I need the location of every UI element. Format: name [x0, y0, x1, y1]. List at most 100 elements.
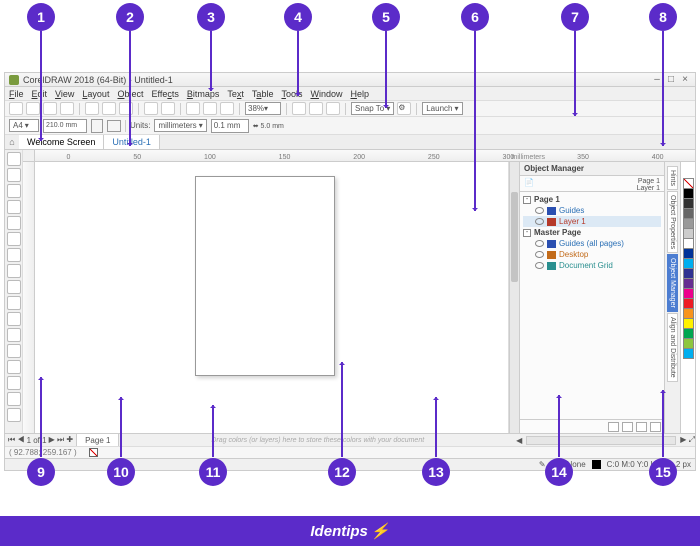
window-title: CorelDRAW 2018 (64-Bit) - Untitled-1 — [23, 75, 173, 85]
tab-object-manager[interactable]: Object Manager — [667, 254, 678, 312]
rulers-button[interactable] — [309, 102, 323, 115]
save-button[interactable] — [43, 102, 57, 115]
portrait-button[interactable] — [91, 119, 103, 133]
grid-button[interactable] — [326, 102, 340, 115]
callout-14: 14 — [545, 458, 573, 486]
new-layer-button[interactable] — [608, 422, 619, 432]
open-button[interactable] — [26, 102, 40, 115]
connector-tool[interactable] — [7, 328, 21, 342]
fullscreen-button[interactable] — [292, 102, 306, 115]
tab-hints[interactable]: Hints — [667, 166, 678, 190]
brand-footer: Identips⚡ — [0, 516, 700, 546]
new-master-button[interactable] — [622, 422, 633, 432]
outline-tool[interactable] — [7, 408, 21, 422]
redo-button[interactable] — [161, 102, 175, 115]
text-tool[interactable] — [7, 296, 21, 310]
document-palette-bar: ( 92.788; 259.167 ) — [5, 446, 695, 458]
callout-3: 3 — [197, 3, 225, 31]
fill-tool[interactable] — [7, 392, 21, 406]
tree-layer1[interactable]: Layer 1 — [523, 216, 661, 227]
swatch[interactable] — [683, 348, 694, 359]
callout-5: 5 — [372, 3, 400, 31]
callout-8: 8 — [649, 3, 677, 31]
cut-button[interactable] — [85, 102, 99, 115]
delete-layer-button[interactable] — [636, 422, 647, 432]
drawing-canvas[interactable] — [35, 162, 509, 433]
units-combo[interactable]: millimeters ▾ — [154, 119, 206, 132]
docker-buttons — [520, 419, 664, 433]
ellipse-tool[interactable] — [7, 264, 21, 278]
new-button[interactable] — [9, 102, 23, 115]
scrollbar-vertical[interactable] — [509, 162, 519, 433]
menu-view[interactable]: View — [55, 89, 74, 99]
scrollbar-horizontal[interactable] — [526, 436, 676, 445]
page-width-input[interactable]: 210.0 mm — [43, 119, 87, 133]
layer-opts-button[interactable] — [650, 422, 661, 432]
nudge-input[interactable]: 0.1 mm — [211, 119, 249, 133]
rectangle-tool[interactable] — [7, 248, 21, 262]
landscape-button[interactable] — [107, 120, 121, 132]
titlebar: CorelDRAW 2018 (64-Bit) - Untitled-1 – □… — [5, 73, 695, 87]
tab-object-properties[interactable]: Object Properties — [667, 191, 678, 253]
callout-6: 6 — [461, 3, 489, 31]
toolbox — [5, 150, 23, 433]
copy-button[interactable] — [102, 102, 116, 115]
home-icon[interactable]: ⌂ — [5, 135, 19, 149]
menu-layout[interactable]: Layout — [82, 89, 109, 99]
outline-swatch[interactable] — [592, 460, 601, 469]
docker-tabs: Hints Object Properties Object Manager A… — [664, 162, 680, 433]
menu-bitmaps[interactable]: Bitmaps — [187, 89, 220, 99]
eyedropper-tool[interactable] — [7, 376, 21, 390]
menu-help[interactable]: Help — [350, 89, 369, 99]
standard-toolbar: 38% ▾ Snap To ▾ ⚙ Launch ▾ — [5, 101, 695, 117]
workspace: 050100150200250300350400 millimeters Obj… — [5, 150, 695, 433]
tree-desktop[interactable]: Desktop — [523, 249, 661, 260]
callout-2: 2 — [116, 3, 144, 31]
maximize-button[interactable]: □ — [665, 74, 677, 85]
menu-window[interactable]: Window — [310, 89, 342, 99]
options-button[interactable]: ⚙ — [397, 102, 411, 115]
import-button[interactable] — [186, 102, 200, 115]
docker-object-manager: Object Manager 📄 Page 1Layer 1 -Page 1 G… — [519, 162, 664, 433]
close-button[interactable]: × — [679, 74, 691, 85]
tree-guides-all[interactable]: Guides (all pages) — [523, 238, 661, 249]
menu-table[interactable]: Table — [252, 89, 274, 99]
parallel-tool[interactable] — [7, 312, 21, 326]
tree-grid[interactable]: Document Grid — [523, 260, 661, 271]
menu-effects[interactable]: Effects — [151, 89, 178, 99]
doc-palette-none[interactable] — [89, 448, 98, 457]
ruler-horizontal: 050100150200250300350400 millimeters — [35, 150, 695, 162]
tab-welcome[interactable]: Welcome Screen — [19, 135, 104, 149]
units-label: Units: — [130, 121, 150, 130]
callout-4: 4 — [284, 3, 312, 31]
publish-button[interactable] — [220, 102, 234, 115]
app-logo-icon — [9, 75, 19, 85]
menu-file[interactable]: File — [9, 89, 24, 99]
shape-tool[interactable] — [7, 168, 21, 182]
polygon-tool[interactable] — [7, 280, 21, 294]
freehand-tool[interactable] — [7, 216, 21, 230]
artistic-tool[interactable] — [7, 232, 21, 246]
zoom-tool[interactable] — [7, 200, 21, 214]
crop-tool[interactable] — [7, 184, 21, 198]
undo-button[interactable] — [144, 102, 158, 115]
transparency-tool[interactable] — [7, 360, 21, 374]
tree-page[interactable]: -Page 1 — [523, 194, 661, 205]
page-tab[interactable]: Page 1 — [77, 434, 119, 446]
page-outline — [195, 176, 335, 376]
launch-combo[interactable]: Launch ▾ — [422, 102, 462, 115]
tree-guides[interactable]: Guides — [523, 205, 661, 216]
export-button[interactable] — [203, 102, 217, 115]
tree-master[interactable]: -Master Page — [523, 227, 661, 238]
menu-text[interactable]: Text — [227, 89, 244, 99]
callout-7: 7 — [561, 3, 589, 31]
print-button[interactable] — [60, 102, 74, 115]
document-tabs: ⌂ Welcome Screen Untitled-1 — [5, 135, 695, 150]
docker-title: Object Manager — [520, 162, 664, 176]
pagesize-combo[interactable]: A4 ▾ — [9, 119, 39, 132]
dropshadow-tool[interactable] — [7, 344, 21, 358]
zoom-combo[interactable]: 38% ▾ — [245, 102, 281, 115]
pick-tool[interactable] — [7, 152, 21, 166]
tab-align[interactable]: Align and Distribute — [667, 313, 678, 382]
docker-header: 📄 Page 1Layer 1 — [520, 176, 664, 192]
